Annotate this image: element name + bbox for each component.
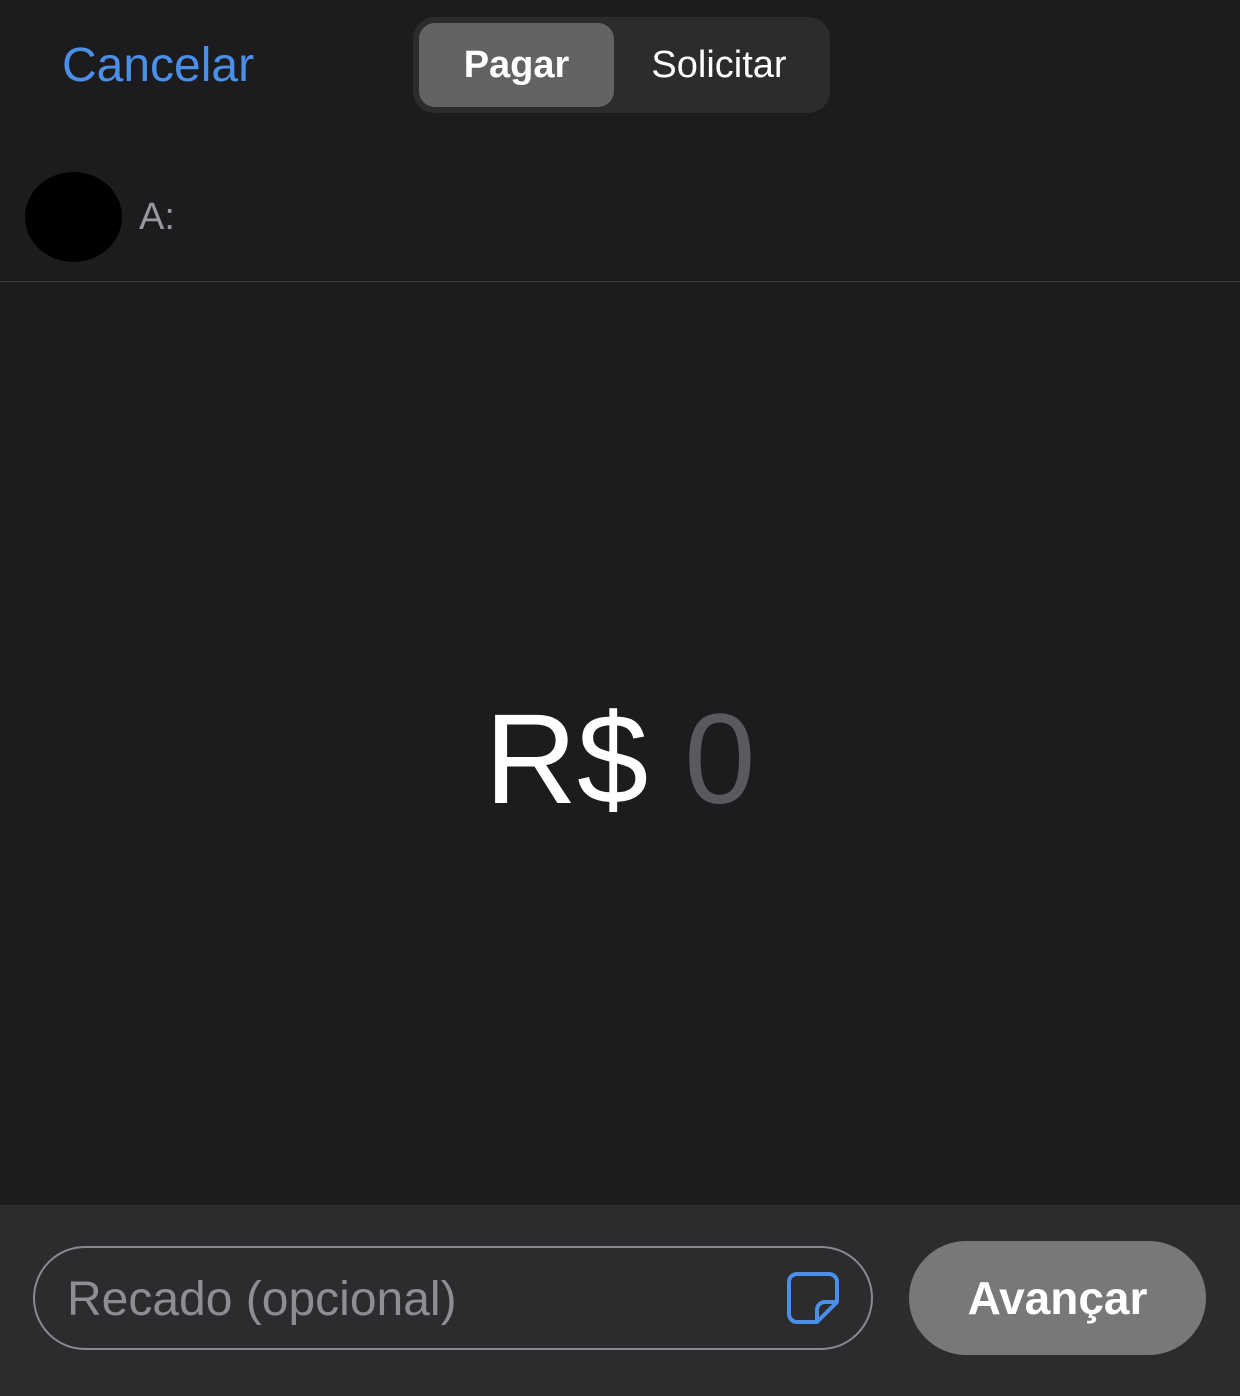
amount-display[interactable]: R$ 0: [0, 690, 1240, 830]
pay-request-segmented-control: Pagar Solicitar: [413, 17, 830, 113]
sticker-icon[interactable]: [783, 1268, 843, 1328]
message-field[interactable]: [33, 1246, 873, 1350]
amount-value: 0: [684, 688, 756, 831]
recipient-label: A:: [139, 196, 175, 238]
avatar: [25, 172, 122, 262]
tab-pay[interactable]: Pagar: [419, 23, 614, 107]
recipient-input[interactable]: [190, 180, 1204, 254]
currency-symbol: R$: [484, 688, 649, 831]
tab-request[interactable]: Solicitar: [614, 23, 824, 107]
bottom-bar: Avançar: [0, 1205, 1240, 1396]
divider: [0, 281, 1240, 282]
message-input[interactable]: [65, 1258, 769, 1340]
next-button[interactable]: Avançar: [909, 1241, 1206, 1355]
cancel-button[interactable]: Cancelar: [62, 38, 254, 94]
recipient-row: A:: [0, 140, 1240, 282]
